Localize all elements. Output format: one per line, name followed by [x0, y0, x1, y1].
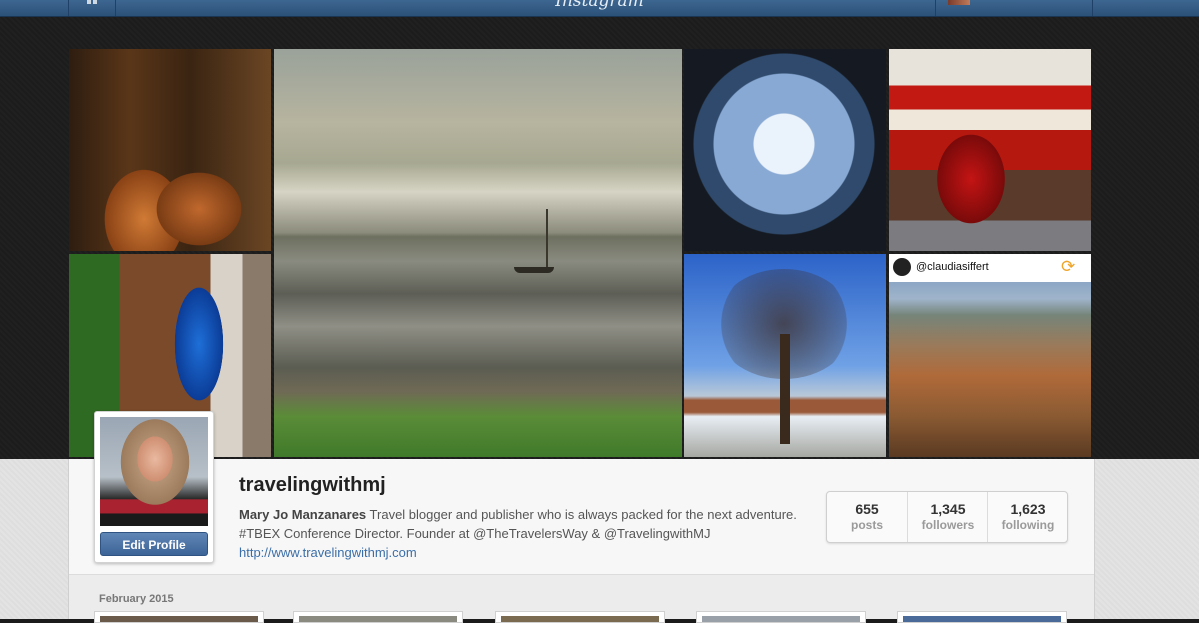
stat-following[interactable]: 1,623 following	[987, 492, 1068, 542]
profile-website-link[interactable]: http://www.travelingwithmj.com	[239, 545, 417, 560]
tree-trunk	[780, 334, 790, 444]
profile-bio: Mary Jo Manzanares Travel blogger and pu…	[239, 505, 799, 562]
profile-full-name: Mary Jo Manzanares	[239, 507, 367, 522]
grid-photo-distillery[interactable]	[69, 49, 271, 251]
edit-profile-button[interactable]: Edit Profile	[100, 532, 208, 556]
user-avatar-icon	[948, 0, 970, 5]
stat-posts-label: posts	[850, 518, 883, 532]
grid-photo-temple-lantern[interactable]	[889, 49, 1091, 251]
profile-avatar-box: Edit Profile	[94, 411, 214, 563]
grid-photo-bare-tree[interactable]	[684, 254, 886, 457]
feed-month-label: February 2015	[99, 593, 174, 605]
stat-posts-value: 655	[855, 501, 879, 517]
top-navigation-bar: Instagram	[0, 0, 1199, 17]
sailboat	[514, 267, 554, 273]
grid-photo-city-view[interactable]: @claudiasiffert ⟳	[889, 254, 1091, 457]
feed-thumbnail[interactable]	[897, 611, 1067, 623]
feed-thumbnail[interactable]	[495, 611, 665, 623]
grid-photo-sea-sailboat[interactable]	[274, 49, 682, 457]
feed-thumbnail[interactable]	[94, 611, 264, 623]
stat-followers-label: followers	[921, 518, 975, 532]
stat-following-label: following	[1001, 518, 1055, 532]
feed-thumbnail[interactable]	[293, 611, 463, 623]
profile-avatar[interactable]	[100, 417, 208, 526]
stat-followers[interactable]: 1,345 followers	[907, 492, 988, 542]
user-menu-button[interactable]	[935, 0, 1093, 16]
refresh-icon[interactable]: ⟳	[1061, 257, 1075, 277]
sailboat-mast	[546, 209, 548, 269]
profile-username: travelingwithmj	[239, 474, 386, 496]
grid-photo-glass-dome[interactable]	[684, 49, 886, 251]
stat-followers-value: 1,345	[930, 501, 966, 517]
profile-stats: 655 posts 1,345 followers 1,623 followin…	[826, 491, 1068, 543]
stat-following-value: 1,623	[1010, 501, 1046, 517]
stat-posts[interactable]: 655 posts	[827, 492, 907, 542]
promo-user-avatar	[893, 258, 911, 276]
promo-tile-header: @claudiasiffert ⟳	[889, 254, 1091, 282]
promo-user-handle[interactable]: @claudiasiffert	[916, 261, 989, 273]
feed-thumbnail[interactable]	[696, 611, 866, 623]
